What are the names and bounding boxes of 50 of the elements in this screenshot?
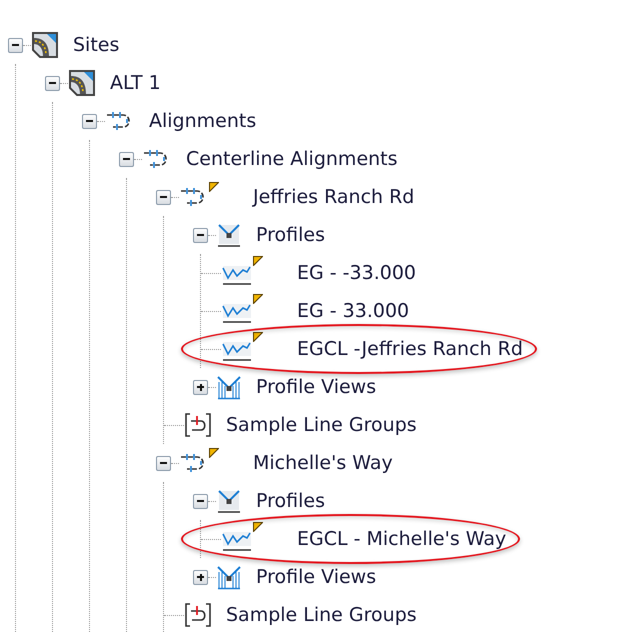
tree-item[interactable]: Sites xyxy=(31,31,120,59)
collapse-button[interactable] xyxy=(82,114,97,128)
tree-item-label: EG - -33.000 xyxy=(297,262,416,284)
tree-item[interactable]: Profile Views xyxy=(216,374,376,400)
tree-item[interactable]: Alignments xyxy=(105,110,256,132)
tree-item[interactable]: Jeffries Ranch Rd xyxy=(179,186,414,208)
tree-item-label: Profile Views xyxy=(256,376,376,398)
tree-item-label: Profile Views xyxy=(256,566,376,588)
tree-item[interactable]: Profiles xyxy=(216,222,325,248)
tree-item-label: Profiles xyxy=(256,224,325,246)
tree-item-label: Sample Line Groups xyxy=(226,414,417,436)
tree-item-label: ALT 1 xyxy=(110,72,161,94)
tree-item[interactable]: Sample Line Groups xyxy=(184,602,417,628)
tree-item[interactable]: EG - 33.000 xyxy=(221,298,410,324)
tree-item[interactable]: EG - -33.000 xyxy=(221,260,416,286)
collapse-button[interactable] xyxy=(119,152,134,166)
sample-line-icon xyxy=(184,412,212,438)
profiles-icon xyxy=(216,488,242,514)
tree-item-label: EGCL -Jeffries Ranch Rd xyxy=(297,338,523,360)
tree-item[interactable]: ALT 1 xyxy=(68,69,161,97)
tree-item-label: Alignments xyxy=(149,110,256,132)
tree-item[interactable]: EGCL -Jeffries Ranch Rd xyxy=(221,336,523,362)
tree-item[interactable]: Profiles xyxy=(216,488,325,514)
tree-item[interactable]: Michelle's Way xyxy=(179,452,393,474)
tree-item-label: Sample Line Groups xyxy=(226,604,417,626)
tree-item[interactable]: Sample Line Groups xyxy=(184,412,417,438)
collapse-button[interactable] xyxy=(193,228,208,242)
profiles-icon xyxy=(216,222,242,248)
tree-item-label: EGCL - Michelle's Way xyxy=(297,528,506,550)
collapse-button[interactable] xyxy=(156,190,171,204)
expand-button[interactable] xyxy=(193,570,208,584)
tree-item[interactable]: EGCL - Michelle's Way xyxy=(221,526,506,552)
tree-item-label: EG - 33.000 xyxy=(297,300,410,322)
collapse-button[interactable] xyxy=(8,38,23,52)
sample-line-icon xyxy=(184,602,212,628)
expand-button[interactable] xyxy=(193,380,208,394)
tree-item[interactable]: Centerline Alignments xyxy=(142,148,398,170)
tree-item-label: Michelle's Way xyxy=(253,452,393,474)
tree-item-label: Centerline Alignments xyxy=(186,148,398,170)
profile-views-icon xyxy=(216,564,242,590)
collapse-button[interactable] xyxy=(156,456,171,470)
tree-item-label: Profiles xyxy=(256,490,325,512)
profile-views-icon xyxy=(216,374,242,400)
collapse-button[interactable] xyxy=(193,494,208,508)
tree-item[interactable]: Profile Views xyxy=(216,564,376,590)
site-icon xyxy=(31,31,59,59)
site-icon xyxy=(68,69,96,97)
tree-item-label: Jeffries Ranch Rd xyxy=(253,186,414,208)
collapse-button[interactable] xyxy=(45,76,60,90)
tree-item-label: Sites xyxy=(73,34,120,56)
